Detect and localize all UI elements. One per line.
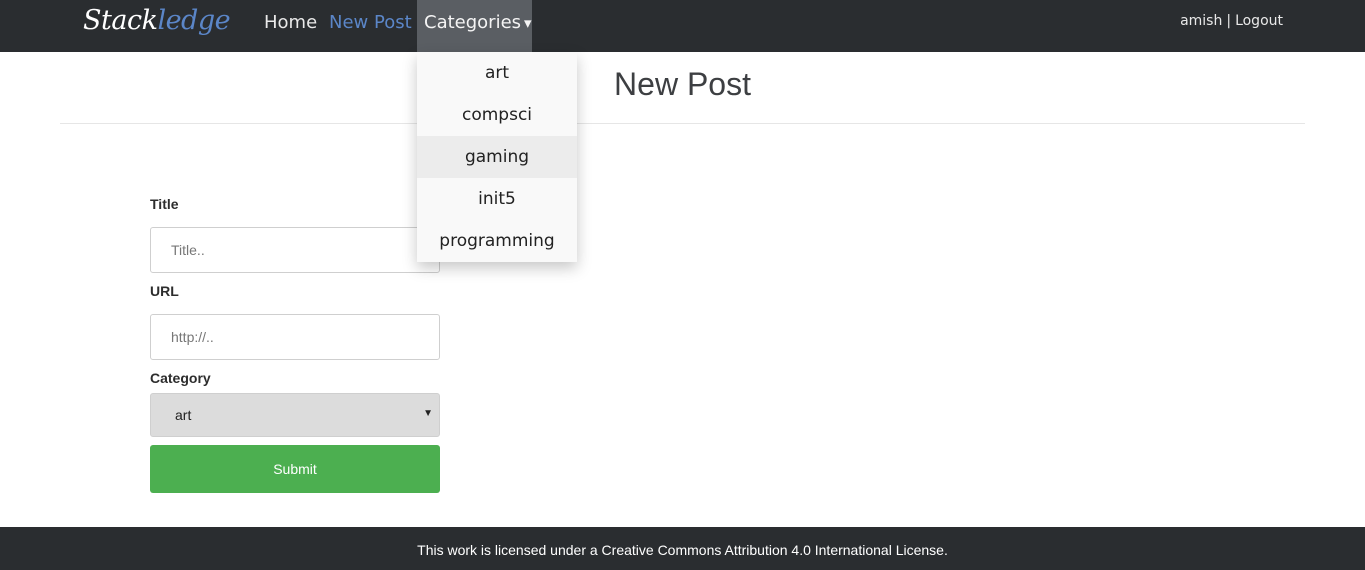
dropdown-item-init5[interactable]: init5: [417, 178, 577, 220]
nav-categories-label: Categories: [424, 12, 522, 33]
user-area: amish | Logout: [1180, 13, 1283, 29]
title-divider: [60, 123, 1305, 124]
brand-logo-part1: Stack: [83, 5, 158, 36]
categories-dropdown-menu: art compsci gaming init5 programming: [417, 52, 577, 262]
url-input[interactable]: [150, 314, 440, 360]
category-label: Category: [150, 370, 211, 386]
nav-categories-dropdown-toggle[interactable]: Categories ▾: [417, 0, 532, 52]
username-link[interactable]: amish: [1180, 13, 1222, 29]
dropdown-item-compsci[interactable]: compsci: [417, 94, 577, 136]
license-text: This work is licensed under a Creative C…: [417, 542, 948, 558]
brand-logo[interactable]: Stackledge: [83, 5, 231, 36]
caret-down-icon: ▾: [524, 14, 532, 32]
category-select[interactable]: art ▼: [150, 393, 440, 437]
nav-home-link[interactable]: Home: [264, 12, 317, 33]
dropdown-item-art[interactable]: art: [417, 52, 577, 94]
select-arrow-icon: ▼: [423, 408, 433, 419]
top-navbar: Stackledge Home New Post Categories ▾ ami…: [0, 0, 1365, 52]
title-input[interactable]: [150, 227, 440, 273]
url-label: URL: [150, 283, 179, 299]
title-label: Title: [150, 196, 179, 212]
category-selected-value: art: [175, 407, 192, 423]
dropdown-item-programming[interactable]: programming: [417, 220, 577, 262]
user-separator: |: [1226, 13, 1232, 29]
footer: This work is licensed under a Creative C…: [0, 527, 1365, 570]
dropdown-item-gaming[interactable]: gaming: [417, 136, 577, 178]
logout-link[interactable]: Logout: [1235, 13, 1283, 29]
nav-new-post-link[interactable]: New Post: [329, 12, 412, 33]
page-title: New Post: [614, 66, 751, 102]
submit-button[interactable]: Submit: [150, 445, 440, 493]
brand-logo-part2: ledge: [157, 5, 231, 36]
